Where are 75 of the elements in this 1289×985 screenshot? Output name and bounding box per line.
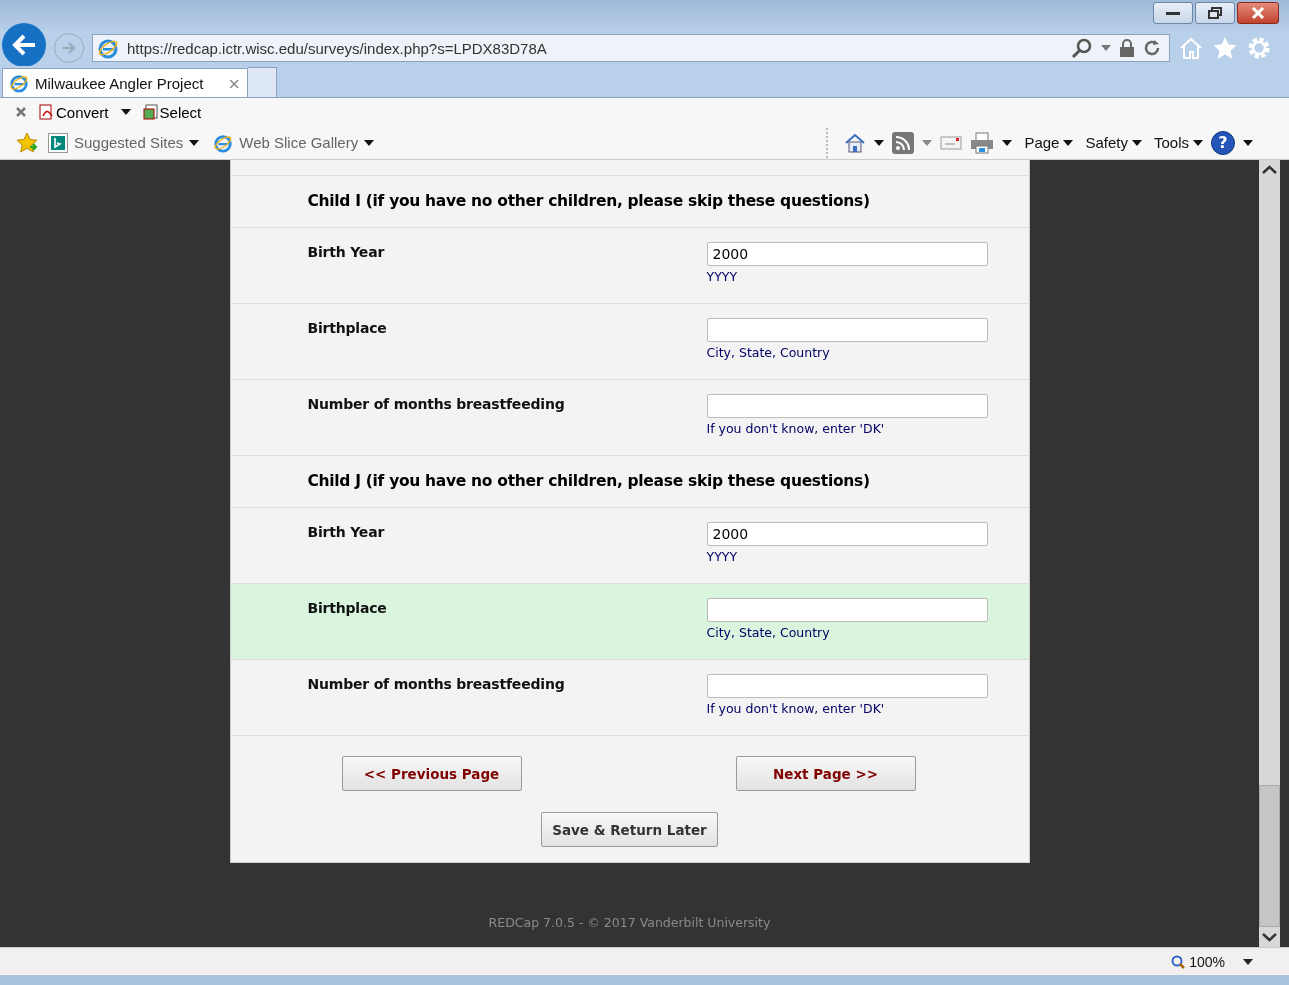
- scrollbar[interactable]: [1259, 160, 1280, 947]
- section-header: Child I (if you have no other children, please skip these questions): [230, 176, 1029, 228]
- toolbar-button[interactable]: Select: [142, 103, 202, 121]
- caret-icon: [1063, 139, 1074, 146]
- field-label: Number of months breastfeeding: [307, 675, 566, 694]
- tab-close-button[interactable]: ×: [227, 73, 241, 93]
- dropdown-icon[interactable]: [120, 109, 131, 115]
- field-label: Birthplace: [307, 319, 388, 338]
- dropdown-icon[interactable]: [1002, 139, 1013, 146]
- minimize-icon: [1166, 10, 1180, 16]
- caret-icon: [189, 139, 200, 146]
- browser-logo-icon: [9, 73, 29, 93]
- menu-button[interactable]: Tools: [1153, 134, 1203, 151]
- text-input[interactable]: 2000: [706, 522, 988, 546]
- zoom-level[interactable]: 100%: [1189, 953, 1225, 970]
- close-icon[interactable]: [15, 106, 27, 118]
- field-hint: If you don't know, enter 'DK': [706, 701, 886, 716]
- restore-icon: [1208, 7, 1222, 19]
- help-button[interactable]: ?: [1211, 130, 1235, 155]
- favorites-link[interactable]: Web Slice Gallery: [213, 132, 375, 153]
- dropdown-icon[interactable]: [1243, 958, 1253, 965]
- bing-logo-icon: [48, 132, 68, 153]
- text-input[interactable]: [706, 394, 988, 418]
- lock-icon: [1119, 39, 1135, 57]
- text-input[interactable]: [706, 598, 988, 622]
- favorites-star-icon[interactable]: [16, 131, 40, 154]
- favorites-link[interactable]: Suggested Sites: [48, 132, 200, 153]
- minimize-button[interactable]: [1153, 2, 1193, 24]
- next-page-button[interactable]: Next Page >>: [735, 756, 916, 791]
- forward-arrow-icon: [61, 41, 77, 55]
- menu-button[interactable]: Page: [1024, 134, 1074, 151]
- close-icon: [1251, 7, 1265, 19]
- address-bar[interactable]: https://redcap.ictr.wisc.edu/surveys/index.php?s=LPDX83D78A: [92, 34, 1170, 62]
- previous-page-button[interactable]: << Previous Page: [341, 756, 522, 791]
- save-return-button[interactable]: Save & Return Later: [541, 812, 718, 847]
- restore-button[interactable]: [1195, 2, 1235, 24]
- dropdown-icon[interactable]: [874, 139, 885, 146]
- browser-tab[interactable]: Milwaukee Angler Project ×: [2, 68, 248, 97]
- zoom-icon: [1171, 954, 1186, 969]
- close-button[interactable]: [1237, 2, 1279, 24]
- field-label: Birth Year: [307, 523, 386, 542]
- mail-icon[interactable]: [940, 134, 963, 151]
- text-input[interactable]: 2000: [706, 242, 988, 266]
- refresh-icon[interactable]: [1143, 39, 1161, 57]
- browser-logo-icon: [213, 132, 234, 153]
- caret-icon: [1193, 139, 1203, 146]
- field-hint: City, State, Country: [706, 625, 831, 640]
- caret-icon: [364, 139, 375, 146]
- home-icon[interactable]: [844, 131, 867, 154]
- search-icon[interactable]: [1071, 38, 1093, 58]
- field-label: Birth Year: [307, 243, 386, 262]
- menu-button[interactable]: Safety: [1085, 134, 1142, 151]
- text-input[interactable]: [706, 674, 988, 698]
- back-button[interactable]: [2, 23, 46, 67]
- toolbar-button[interactable]: Convert: [39, 103, 109, 121]
- caret-icon: [1131, 139, 1142, 146]
- field-hint: City, State, Country: [706, 345, 831, 360]
- document-icon: [39, 103, 55, 121]
- dropdown-icon[interactable]: [1243, 139, 1253, 146]
- scrollbar-thumb[interactable]: [1259, 785, 1280, 927]
- star-icon[interactable]: [1212, 36, 1238, 60]
- field-hint: YYYY: [706, 549, 739, 564]
- browser-logo-icon: [97, 37, 119, 59]
- page-select-icon: [142, 103, 159, 121]
- field-hint: YYYY: [706, 269, 739, 284]
- url-text: https://redcap.ictr.wisc.edu/surveys/index.php?s=LPDX83D78A: [127, 39, 548, 57]
- section-header: Child J (if you have no other children, please skip these questions): [230, 456, 1029, 508]
- text-input[interactable]: [706, 318, 988, 342]
- field-hint: If you don't know, enter 'DK': [706, 421, 886, 436]
- field-label: Birthplace: [307, 599, 388, 618]
- printer-icon[interactable]: [970, 131, 995, 154]
- footer-text: REDCap 7.0.5 - © 2017 Vanderbilt University: [488, 915, 771, 930]
- back-arrow-icon: [11, 34, 37, 56]
- feed-icon[interactable]: [892, 131, 915, 154]
- field-label: Number of months breastfeeding: [307, 395, 566, 414]
